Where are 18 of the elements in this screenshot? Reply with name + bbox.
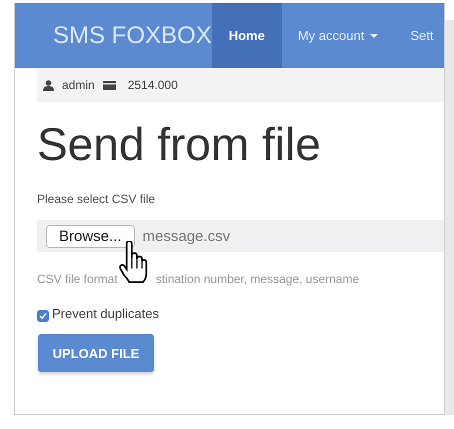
- username: admin: [62, 78, 95, 92]
- nav-item[interactable]: Sett: [394, 3, 444, 68]
- card-icon: [102, 80, 116, 90]
- balance: 2514.000: [128, 78, 178, 92]
- browse-button[interactable]: Browse...: [46, 224, 135, 248]
- user-icon: [43, 80, 54, 90]
- field-label: Please select CSV file: [37, 192, 156, 206]
- nav-item[interactable]: My account: [282, 3, 394, 68]
- file-name: message.csv: [142, 228, 230, 244]
- help-text: stination number, message, username: [156, 272, 360, 286]
- brand-title[interactable]: SMS FOXBOX: [15, 3, 212, 68]
- checkbox[interactable]: [37, 310, 49, 322]
- help-text: CSV file format: [37, 272, 118, 286]
- page-heading: Send from file: [37, 117, 322, 172]
- checkbox-label: Prevent duplicates: [52, 306, 159, 321]
- file-field[interactable]: Browse... message.csv: [37, 220, 444, 252]
- nav-item[interactable]: Home: [212, 3, 282, 68]
- upload-button[interactable]: UPLOAD FILE: [38, 334, 154, 372]
